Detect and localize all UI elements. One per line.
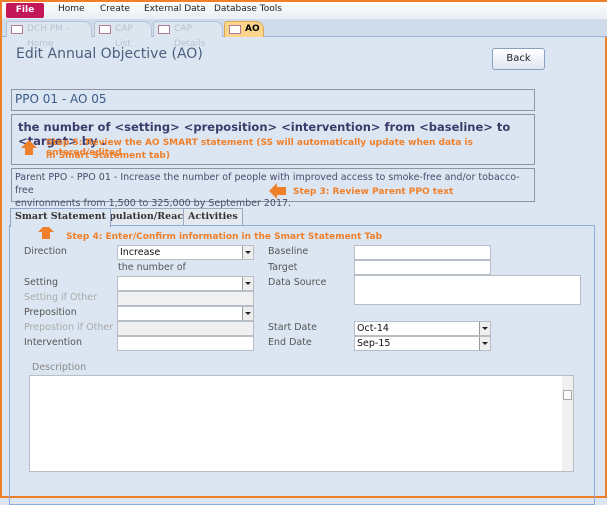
preposition-other-field[interactable] xyxy=(117,321,254,336)
chevron-down-icon[interactable] xyxy=(479,322,490,335)
form-icon xyxy=(158,25,170,34)
tab-activities[interactable]: Activities xyxy=(183,208,243,226)
parent-ppo-box: Parent PPO - PPO 01 - Increase the numbe… xyxy=(11,168,535,209)
data-source-label: Data Source xyxy=(268,277,327,288)
scrollbar[interactable] xyxy=(562,376,573,471)
intervention-label: Intervention xyxy=(24,337,82,348)
chevron-down-icon[interactable] xyxy=(242,246,253,259)
arrow-left-icon xyxy=(269,183,286,199)
preposition-select[interactable] xyxy=(117,306,254,321)
setting-other-field[interactable] xyxy=(117,291,254,306)
data-source-field[interactable] xyxy=(354,275,581,305)
end-date-label: End Date xyxy=(268,337,312,348)
direction-label: Direction xyxy=(24,246,67,257)
chevron-down-icon[interactable] xyxy=(242,307,253,320)
setting-select[interactable] xyxy=(117,276,254,291)
smart-statement-box: the number of <setting> <preposition> <i… xyxy=(11,114,535,165)
step4-note: Step 4: Enter/Confirm information in the… xyxy=(66,232,383,242)
setting-label: Setting xyxy=(24,277,59,288)
form-icon xyxy=(99,25,111,34)
back-button[interactable]: Back xyxy=(492,48,545,70)
document-tabs: DCH PM - Home CAP List CAP Details AO xyxy=(2,19,607,49)
end-date-select[interactable]: Sep-15 xyxy=(354,336,491,351)
chevron-down-icon[interactable] xyxy=(242,277,253,290)
ribbon-tab-home[interactable]: Home xyxy=(58,4,85,14)
description-label: Description xyxy=(32,362,87,373)
doc-tab-ao[interactable]: AO xyxy=(224,21,264,37)
ppo-ao-id: PPO 01 - AO 05 xyxy=(11,89,535,111)
step3-note: Step 3: Review Parent PPO text xyxy=(293,187,454,197)
ribbon-tab-external-data[interactable]: External Data xyxy=(144,4,206,14)
description-textarea[interactable] xyxy=(29,375,574,472)
ribbon-tab-database-tools[interactable]: Database Tools xyxy=(214,4,282,14)
start-date-label: Start Date xyxy=(268,322,317,333)
preposition-label: Preposition xyxy=(24,307,77,318)
preposition-other-label: Prepostion if Other xyxy=(24,322,114,333)
scrollbar-thumb[interactable] xyxy=(563,390,572,400)
page-title: Edit Annual Objective (AO) xyxy=(16,46,203,62)
baseline-field[interactable] xyxy=(354,245,491,260)
form-icon xyxy=(11,25,23,34)
doc-tab-cap-list[interactable]: CAP List xyxy=(94,21,152,49)
direction-select[interactable]: Increase xyxy=(117,245,254,260)
start-date-select[interactable]: Oct-14 xyxy=(354,321,491,336)
end-date-value: Sep-15 xyxy=(357,338,391,349)
chevron-down-icon[interactable] xyxy=(479,337,490,350)
setting-other-label: Setting if Other xyxy=(24,292,98,303)
intervention-field[interactable] xyxy=(117,336,254,351)
start-date-value: Oct-14 xyxy=(357,323,389,334)
ribbon-tab-file[interactable]: File xyxy=(6,3,44,18)
ribbon: File Home Create External Data Database … xyxy=(2,0,607,19)
the-number-of-label: the number of xyxy=(118,262,186,273)
arrow-up-icon xyxy=(21,140,37,155)
doc-tab-home[interactable]: DCH PM - Home xyxy=(6,21,92,49)
doc-tab-label: AO xyxy=(245,24,260,34)
ribbon-tab-create[interactable]: Create xyxy=(100,4,130,14)
step5-note-cont: in Smart Statement tab) xyxy=(46,151,170,161)
direction-value: Increase xyxy=(120,247,161,258)
form-icon xyxy=(229,25,241,34)
baseline-label: Baseline xyxy=(268,246,309,257)
target-field[interactable] xyxy=(354,260,491,275)
doc-tab-cap-details[interactable]: CAP Details xyxy=(153,21,223,49)
target-label: Target xyxy=(268,262,298,273)
tab-smart-statement[interactable]: Smart Statement xyxy=(10,208,111,227)
